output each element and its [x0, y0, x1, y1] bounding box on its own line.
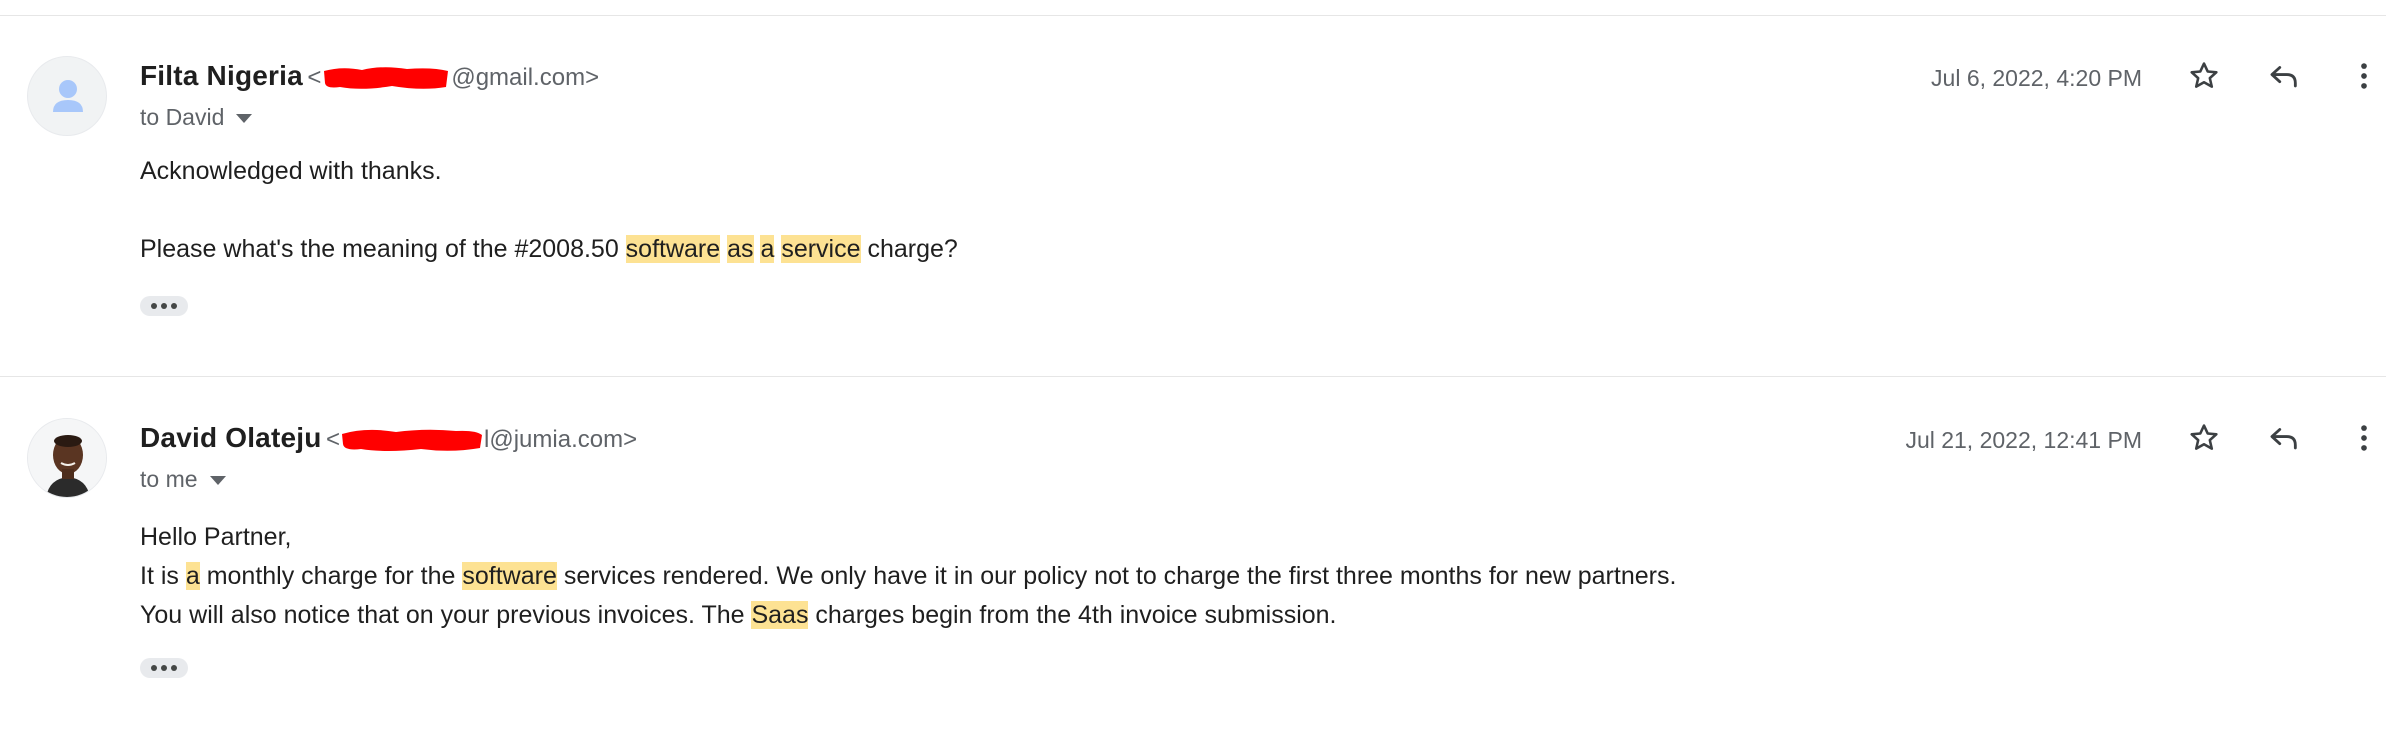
reply-icon: [2270, 66, 2297, 88]
reply-icon: [2270, 428, 2297, 450]
avatar[interactable]: [27, 56, 107, 136]
body-line: You will also notice that on your previo…: [140, 601, 1337, 629]
more-options-button[interactable]: [2340, 414, 2386, 462]
reply-button[interactable]: [2260, 414, 2308, 462]
message-divider: [0, 376, 2386, 377]
sender-email: < l@jumia.com>: [326, 426, 638, 453]
more-vert-icon: [2361, 425, 2367, 451]
body-line: Hello Partner,: [140, 523, 292, 551]
search-highlight: as: [727, 235, 754, 263]
search-highlight: a: [760, 235, 775, 263]
person-icon: [53, 80, 83, 112]
show-trimmed-content-button[interactable]: [140, 296, 188, 316]
redaction-mark: [322, 65, 450, 91]
recipient-label: to David: [140, 104, 225, 130]
sender-email: < @gmail.com>: [307, 64, 600, 91]
search-highlight: a: [185, 562, 200, 590]
search-highlight: software: [462, 562, 557, 590]
star-icon: [2190, 62, 2218, 88]
star-button[interactable]: [2180, 52, 2228, 100]
body-line: It is a monthly charge for the software …: [140, 562, 1677, 590]
ellipsis-icon: [151, 303, 157, 309]
body-line: Please what's the meaning of the #2008.5…: [140, 235, 958, 263]
sender-name[interactable]: Filta Nigeria: [140, 60, 303, 91]
more-vert-icon: [2361, 63, 2367, 89]
search-highlight: service: [781, 235, 861, 263]
sender-name[interactable]: David Olateju: [140, 422, 322, 453]
sender-line: Filta Nigeria < @gmail.com>: [140, 60, 599, 100]
more-options-button[interactable]: [2340, 52, 2386, 100]
star-icon: [2190, 424, 2218, 450]
recipient-dropdown[interactable]: to me: [140, 466, 226, 493]
recipient-dropdown[interactable]: to David: [140, 104, 253, 131]
profile-photo: [28, 419, 106, 497]
chevron-down-icon: [209, 476, 226, 486]
top-divider: [0, 15, 2386, 16]
search-highlight: software: [625, 235, 721, 263]
recipient-label: to me: [140, 466, 198, 492]
sender-line: David Olateju < l@jumia.com>: [140, 422, 637, 462]
star-button[interactable]: [2180, 414, 2228, 462]
message-body: Acknowledged with thanks. Please what's …: [140, 152, 958, 269]
chevron-down-icon: [236, 114, 253, 124]
ellipsis-icon: [151, 665, 157, 671]
avatar[interactable]: [27, 418, 107, 498]
reply-button[interactable]: [2260, 52, 2308, 100]
message-date: Jul 6, 2022, 4:20 PM: [1931, 65, 2142, 91]
body-line: Acknowledged with thanks.: [140, 157, 442, 185]
show-trimmed-content-button[interactable]: [140, 658, 188, 678]
redaction-mark: [341, 427, 483, 453]
message-date: Jul 21, 2022, 12:41 PM: [1905, 427, 2142, 453]
search-highlight: Saas: [751, 601, 809, 629]
message-body: Hello Partner, It is a monthly charge fo…: [140, 518, 1676, 635]
